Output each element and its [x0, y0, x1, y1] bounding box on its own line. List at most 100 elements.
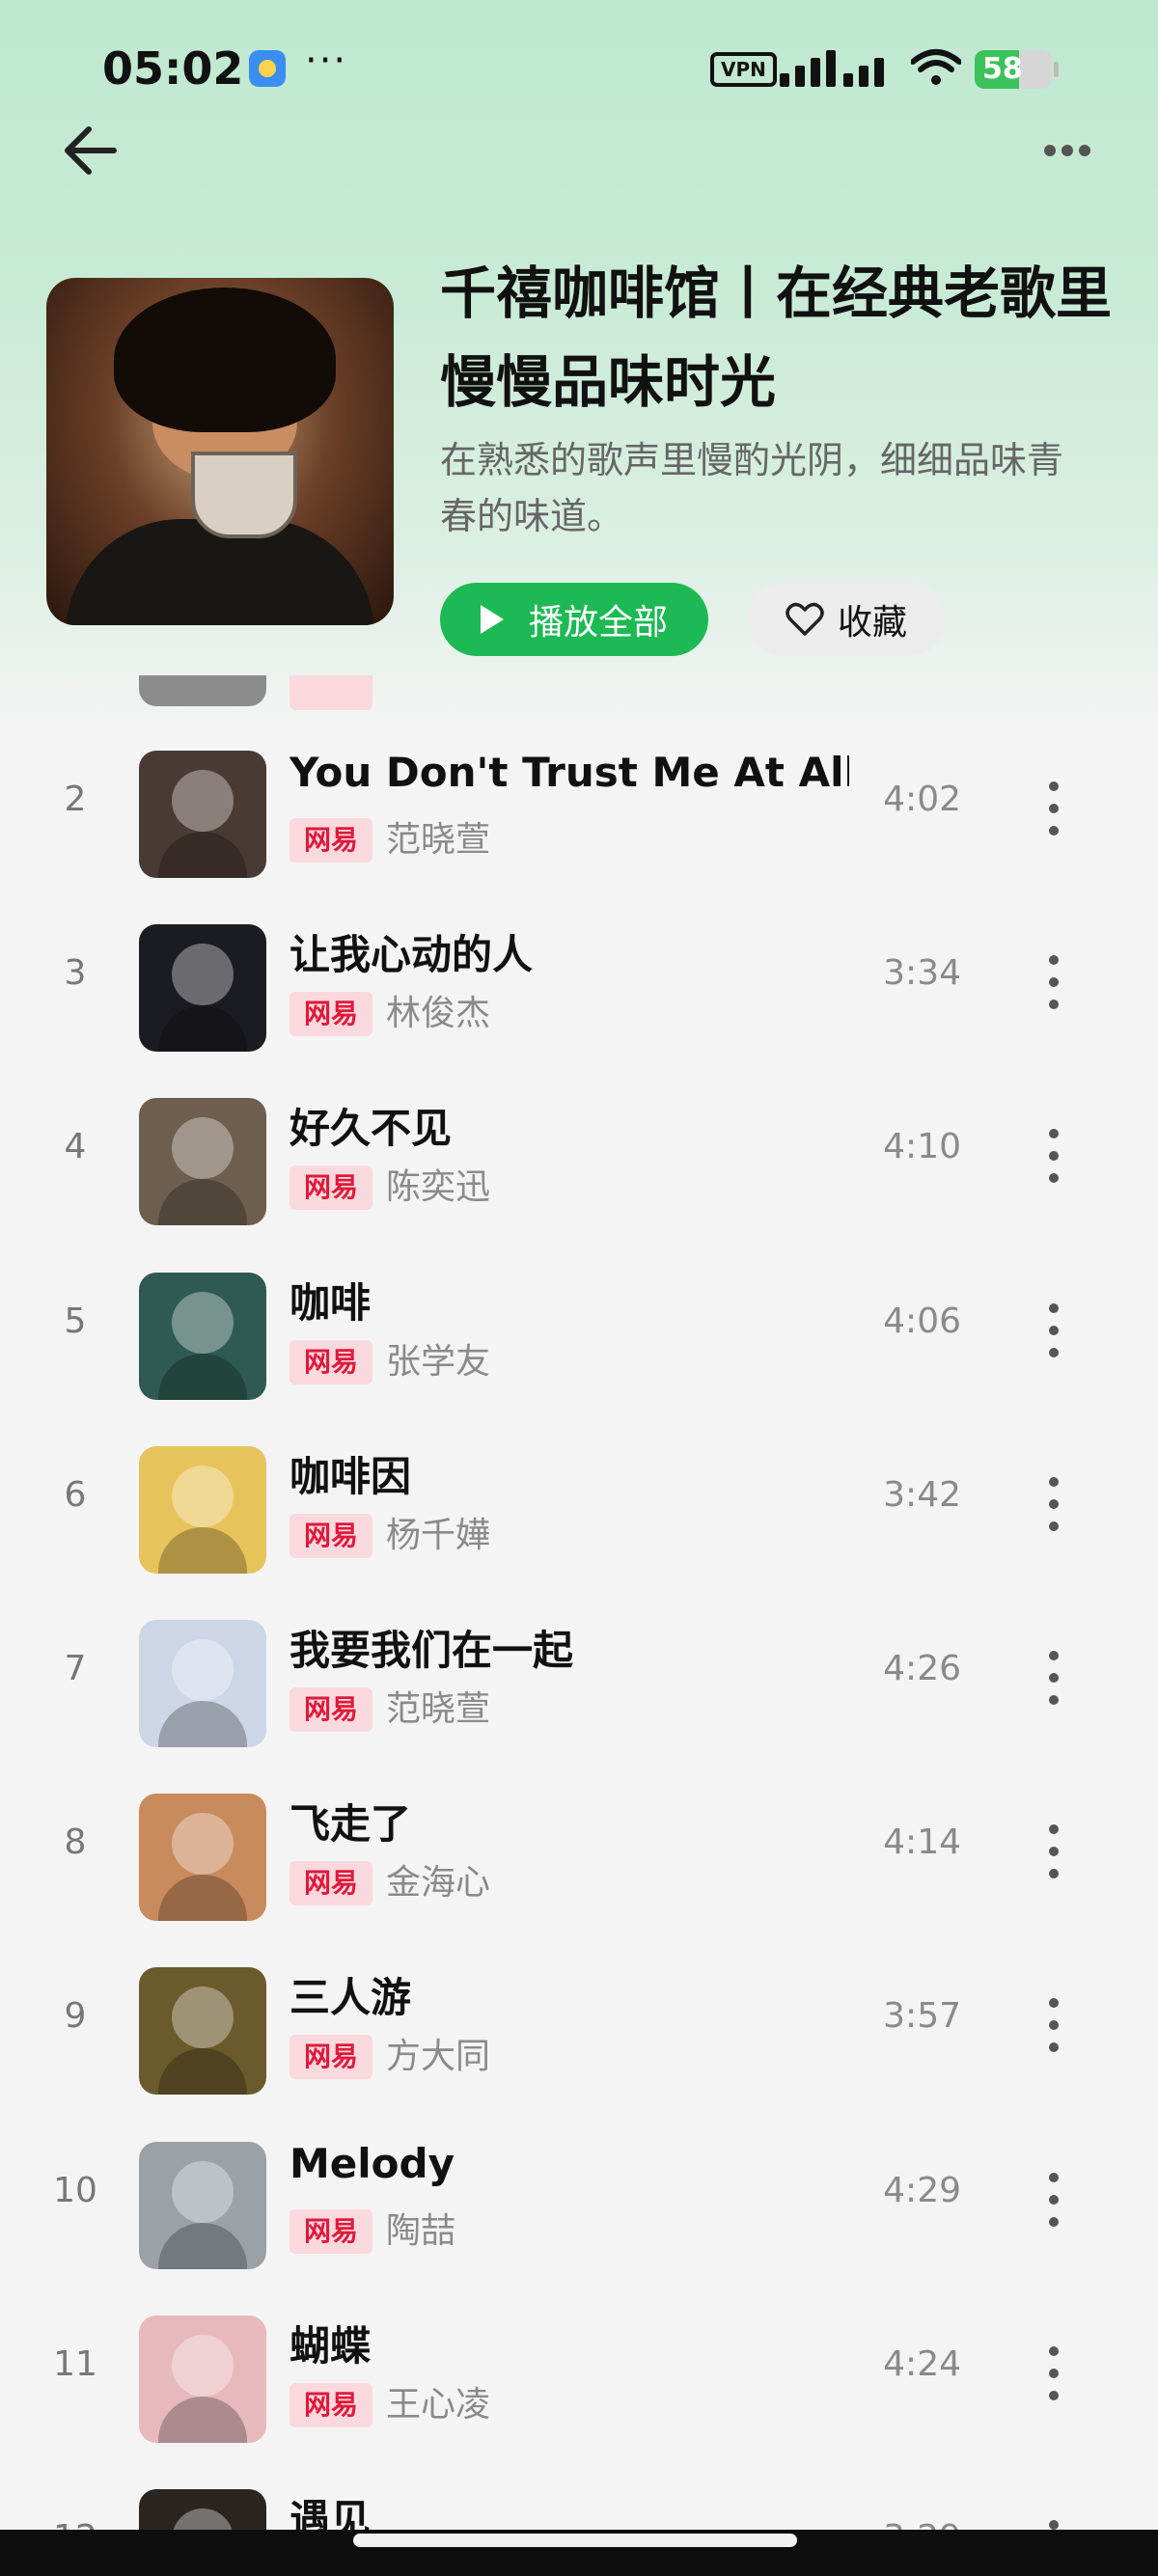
song-artist[interactable]: 陈奕迅 — [386, 1165, 490, 1210]
song-duration: 4:14 — [883, 1822, 961, 1863]
song-artist[interactable]: 范晓萱 — [386, 818, 490, 863]
song-index: 5 — [64, 1301, 87, 1341]
song-title: 三人游 — [290, 1974, 412, 2022]
song-row[interactable]: 3 让我心动的人 网易 林俊杰 3:34 — [0, 903, 1158, 1077]
collect-label: 收藏 — [837, 603, 907, 643]
arrow-left-icon — [65, 126, 117, 175]
song-artist[interactable]: 杨千嬅 — [386, 1514, 490, 1558]
battery-icon: 58 — [975, 50, 1052, 89]
song-index: 11 — [53, 2343, 97, 2384]
song-cover[interactable] — [139, 1098, 266, 1226]
signal-icon — [780, 50, 894, 87]
song-index: 7 — [64, 1649, 87, 1688]
song-row[interactable]: 7 我要我们在一起 网易 范晓萱 4:26 — [0, 1599, 1158, 1772]
song-more-button[interactable] — [1034, 1473, 1073, 1535]
song-index: 6 — [64, 1474, 87, 1515]
song-more-button[interactable] — [1034, 1300, 1073, 1361]
song-more-button[interactable] — [1034, 1647, 1073, 1709]
song-row[interactable]: 8 飞走了网易 金海心 4:14 — [0, 1772, 1158, 1946]
song-more-button[interactable] — [1034, 778, 1073, 839]
source-tag: 网易 — [290, 1165, 372, 1211]
song-duration: 4:26 — [883, 1649, 961, 1688]
song-row[interactable]: 5 咖啡网易 张学友 4:06 — [0, 1251, 1158, 1425]
song-cover[interactable] — [139, 924, 266, 1053]
song-duration: 4:02 — [883, 780, 961, 819]
source-tag: 网易 — [290, 1339, 372, 1384]
source-tag: 网易 — [290, 1861, 372, 1906]
song-list[interactable]: 2 You Don't Trust Me At All 网易 范晓萱 4:02 3 让我心动… — [0, 675, 1158, 2576]
song-title: 好久不见 — [290, 1105, 453, 1153]
song-artist[interactable]: 金海心 — [386, 1861, 490, 1905]
song-row[interactable]: 2 You Don't Trust Me At All 网易 范晓萱 4:02 — [0, 729, 1158, 903]
song-index: 8 — [64, 1822, 87, 1863]
playlist-cover[interactable] — [46, 278, 394, 625]
play-all-button[interactable]: 播放全部 — [440, 583, 708, 656]
song-title: Melody — [290, 2139, 455, 2187]
song-cover[interactable] — [139, 2315, 266, 2443]
battery-text: 58 — [982, 52, 1023, 86]
song-index: 10 — [53, 2170, 97, 2210]
back-button[interactable] — [60, 120, 127, 181]
song-title: 飞走了 — [290, 1800, 412, 1849]
play-icon — [480, 605, 504, 634]
song-artist[interactable]: 陶喆 — [386, 2209, 455, 2254]
song-artist[interactable]: 方大同 — [386, 2035, 490, 2079]
song-title: 咖啡因 — [290, 1452, 412, 1500]
status-bar: 05:02 ··· VPN 58 — [0, 0, 1158, 135]
song-cover[interactable] — [139, 1794, 266, 1922]
song-artist[interactable]: 林俊杰 — [386, 992, 490, 1036]
song-artist[interactable]: 范晓萱 — [386, 1687, 490, 1732]
song-duration: 3:34 — [883, 953, 961, 994]
song-row[interactable]: 11 蝴蝶网易 王心凌 4:24 — [0, 2294, 1158, 2468]
song-more-button[interactable] — [1034, 1994, 1073, 2056]
song-more-button[interactable] — [1034, 1821, 1073, 1882]
song-index: 4 — [64, 1127, 87, 1167]
song-duration: 4:29 — [883, 2170, 961, 2210]
home-indicator[interactable] — [353, 2534, 797, 2547]
source-tag: 网易 — [290, 992, 372, 1037]
song-duration: 4:06 — [883, 1301, 961, 1341]
song-row[interactable]: 6 咖啡因网易 杨千嬅 3:42 — [0, 1425, 1158, 1599]
playlist-description[interactable]: 在熟悉的歌声里慢酌光阴，细细品味青春的味道。 — [440, 432, 1096, 544]
song-cover[interactable] — [139, 751, 266, 878]
song-title: 咖啡 — [290, 1278, 372, 1327]
vpn-icon: VPN — [710, 52, 777, 87]
song-row[interactable]: 4 好久不见 网易 陈奕迅 4:10 — [0, 1077, 1158, 1250]
song-artist[interactable]: 张学友 — [386, 1340, 490, 1384]
source-tag: 网易 — [290, 1513, 372, 1558]
heart-icon — [786, 602, 824, 636]
collect-button[interactable]: 收藏 — [747, 583, 946, 656]
song-index: 2 — [64, 780, 87, 819]
source-tag: 网易 — [290, 1687, 372, 1732]
song-row[interactable]: 9 三人游网易 方大同 3:57 — [0, 1946, 1158, 2120]
song-row[interactable]: 10 Melody 网易 陶喆 4:29 — [0, 2121, 1158, 2294]
playlist-title: 千禧咖啡馆丨在经典老歌里慢慢品味时光 — [440, 260, 1113, 415]
song-duration: 4:24 — [883, 2343, 961, 2384]
song-duration: 3:42 — [883, 1474, 961, 1515]
song-cover[interactable] — [139, 1620, 266, 1747]
app-icon — [249, 50, 286, 87]
more-button[interactable] — [1033, 131, 1100, 170]
song-more-button[interactable] — [1034, 2169, 1073, 2231]
song-duration: 3:57 — [883, 1996, 961, 2037]
source-tag: 网易 — [290, 2208, 372, 2254]
wifi-icon — [911, 49, 961, 85]
source-tag: 网易 — [290, 2035, 372, 2080]
status-time: 05:02 — [102, 42, 244, 95]
song-cover[interactable] — [139, 2141, 266, 2269]
source-tag: 网易 — [290, 2382, 372, 2427]
song-title: You Don't Trust Me At All — [290, 749, 849, 796]
song-more-button[interactable] — [1034, 2343, 1073, 2404]
battery-tip — [1054, 62, 1059, 77]
song-artist[interactable]: 王心凌 — [386, 2383, 490, 2427]
song-more-button[interactable] — [1034, 1125, 1073, 1187]
song-cover[interactable] — [139, 1272, 266, 1400]
source-tag: 网易 — [290, 818, 372, 863]
song-title: 蝴蝶 — [290, 2321, 372, 2370]
song-index: 9 — [64, 1996, 87, 2037]
song-title: 我要我们在一起 — [290, 1627, 574, 1674]
song-title: 让我心动的人 — [290, 931, 534, 979]
song-more-button[interactable] — [1034, 951, 1073, 1013]
song-cover[interactable] — [139, 1445, 266, 1574]
song-cover[interactable] — [139, 1967, 266, 2096]
